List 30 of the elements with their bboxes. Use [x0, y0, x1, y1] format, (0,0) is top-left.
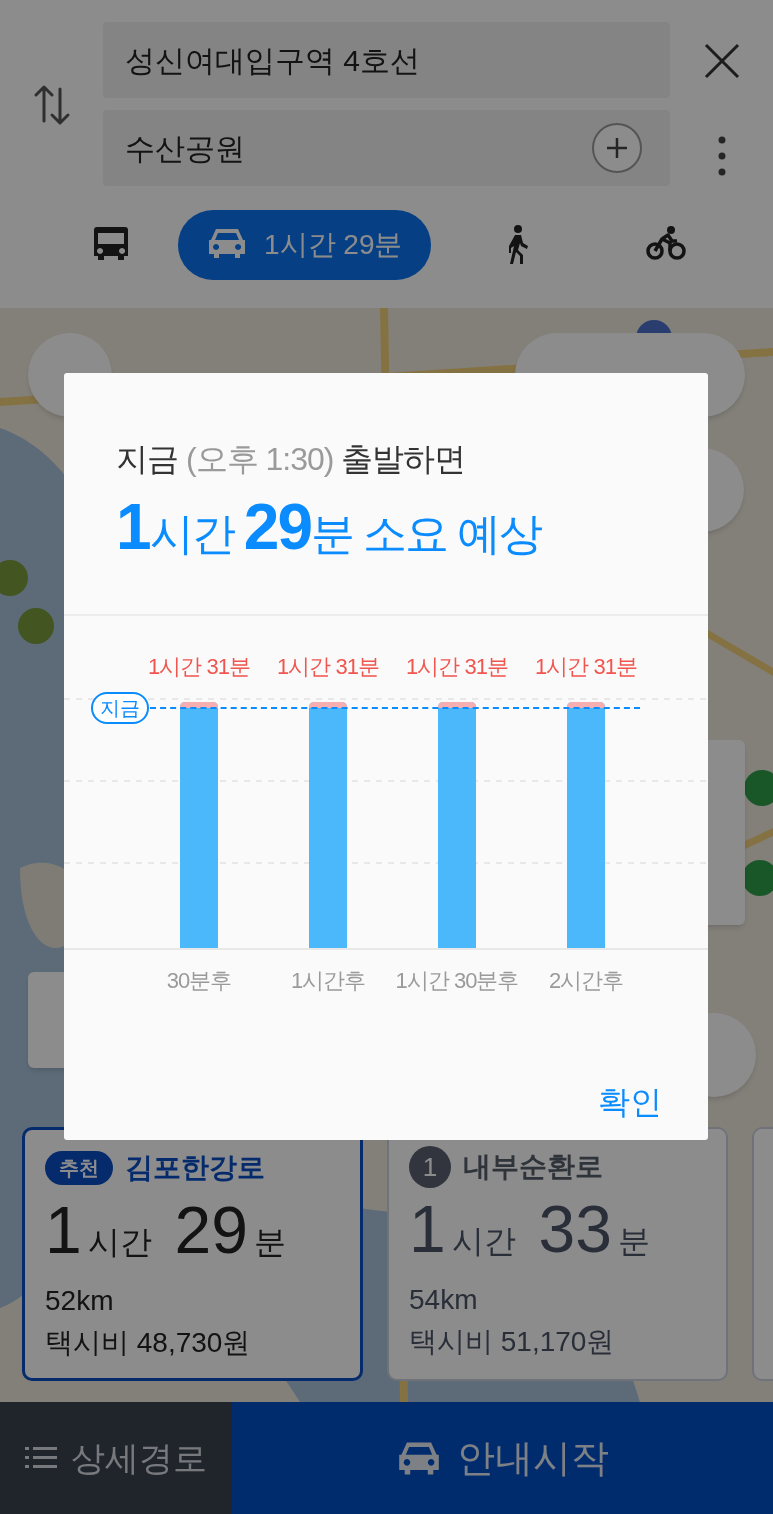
route-details-button[interactable]: 상세경로: [0, 1402, 232, 1514]
recommended-badge: 추천: [45, 1151, 113, 1185]
more-icon: [717, 136, 726, 176]
destination-field[interactable]: 수산공원: [103, 110, 670, 186]
departure-time-label: 2시간후: [548, 968, 624, 993]
now-marker: 지금: [91, 692, 149, 724]
start-navigation-button[interactable]: 안내시작: [232, 1402, 773, 1514]
taxi-fare: 택시비 48,730원: [45, 1326, 252, 1360]
departure-time-label: 1시간후: [290, 968, 366, 993]
dialog-heading: 지금 (오후 1:30) 출발하면: [116, 440, 467, 479]
number-badge: 1: [409, 1146, 451, 1188]
route-distance: 54km: [409, 1283, 479, 1317]
route-name: 김포한강로: [125, 1151, 265, 1185]
duration-label: 1시간 31분: [406, 654, 508, 679]
estimate-text: 1시간 29분 소요 예상: [116, 490, 543, 565]
route-name: 내부순환로: [463, 1150, 603, 1184]
duration-label: 1시간 31분: [148, 654, 250, 679]
list-icon: [25, 1446, 57, 1470]
origin-field[interactable]: 성신여대입구역 4호선: [103, 22, 670, 98]
duration-label: 1시간 31분: [535, 654, 637, 679]
departure-time-label: 1시간 30분후: [395, 968, 519, 993]
taxi-fare: 택시비 51,170원: [409, 1325, 616, 1359]
duration-label: 1시간 31분: [277, 654, 379, 679]
confirm-button[interactable]: 확인: [596, 1078, 664, 1126]
add-stop-button[interactable]: [592, 123, 642, 173]
close-icon: [703, 43, 740, 79]
plus-icon: [606, 137, 628, 159]
departure-time-label: 30분후: [166, 968, 232, 993]
travel-mode-tab[interactable]: 1시간 29분: [178, 210, 431, 280]
route-distance: 52km: [45, 1284, 115, 1318]
